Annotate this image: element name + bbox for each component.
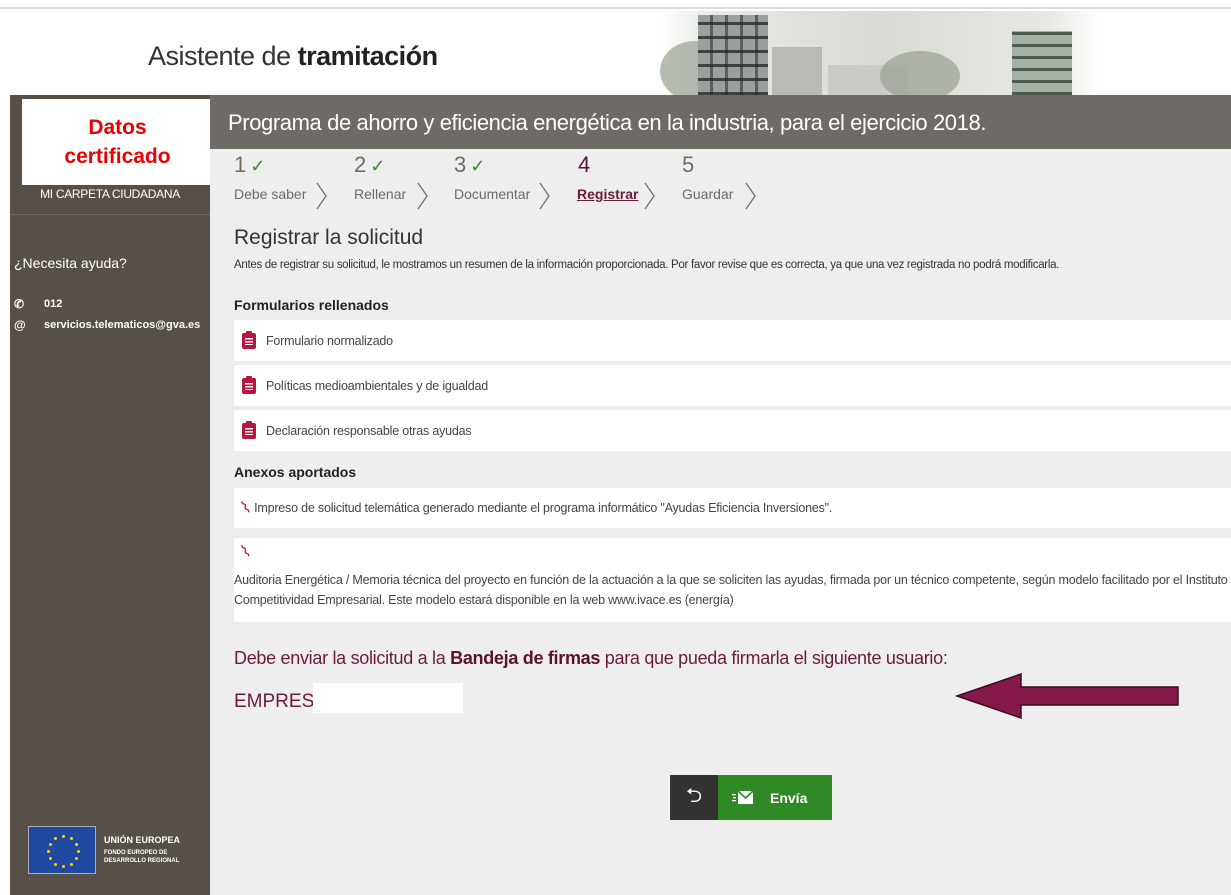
page-title-bar: Programa de ahorro y eficiencia energéti…	[210, 95, 1231, 149]
chevron-right-icon	[417, 182, 428, 210]
step-5-number: 5	[682, 152, 695, 177]
check-icon: ✓	[470, 156, 486, 176]
app-title-bold: tramitación	[297, 41, 439, 71]
annex-item[interactable]: ⌇ Impreso de solicitud telemática genera…	[234, 488, 1231, 528]
undo-arrow-icon: ⮌	[685, 784, 703, 807]
annex-item-label: Impreso de solicitud telemática generado…	[254, 501, 833, 515]
header: Asistente de tramitación	[0, 11, 1231, 95]
phone-icon: ✆	[14, 297, 25, 311]
header-buildings-photo	[660, 11, 1100, 95]
sidebar-divider	[10, 214, 210, 215]
paperclip-icon: ⌇	[237, 497, 255, 518]
mi-carpeta-ciudadana-link[interactable]: MI CARPETA CIUDADANA	[10, 187, 210, 201]
intro-text: Antes de registrar su solicitud, le most…	[234, 259, 1060, 271]
certificate-line-1: Datos	[88, 116, 147, 139]
certificate-line-2: certificado	[64, 145, 171, 168]
at-sign-icon: @	[14, 318, 26, 332]
step-2[interactable]: 2 ✓ Rellenar	[354, 152, 406, 202]
section-title: Registrar la solicitud	[234, 226, 424, 249]
certificate-data-box[interactable]: Datos certificado	[22, 99, 213, 185]
chevron-right-icon	[745, 182, 756, 210]
eu-line-3: DESARROLLO REGIONAL	[104, 858, 180, 864]
eu-line-2: FONDO EUROPEO DE	[104, 850, 168, 856]
annex-item-line-2: Competitividad Empresarial. Este modelo …	[234, 593, 734, 607]
form-item[interactable]: Declaración responsable otras ayudas	[234, 410, 1231, 451]
step-4[interactable]: 4 Registrar	[577, 152, 638, 202]
clipboard-icon	[242, 330, 256, 349]
step-1[interactable]: 1 ✓ Debe saber	[234, 152, 306, 202]
paperclip-icon: ⌇	[237, 541, 255, 562]
step-3-number: 3	[454, 152, 467, 177]
page-title: Programa de ahorro y eficiencia energéti…	[228, 110, 987, 135]
send-button-label: Envía	[770, 789, 808, 806]
help-phone-row: ✆ 012	[14, 297, 62, 311]
signature-tray-label: Bandeja de firmas	[450, 648, 601, 668]
help-email-row: @ servicios.telematicos@gva.es	[14, 318, 200, 332]
step-3-label: Documentar	[454, 186, 531, 202]
envelope-icon	[732, 790, 754, 804]
chevron-right-icon	[316, 182, 327, 210]
check-icon: ✓	[250, 156, 266, 176]
annotation-arrow	[955, 672, 1179, 720]
step-2-number: 2	[354, 152, 367, 177]
redaction-box	[313, 683, 463, 713]
form-item-label: Declaración responsable otras ayudas	[266, 423, 472, 438]
annexes-heading: Anexos aportados	[234, 464, 357, 480]
forms-heading: Formularios rellenados	[234, 297, 389, 313]
step-5[interactable]: 5 Guardar	[682, 152, 733, 202]
clipboard-icon	[242, 375, 256, 394]
eu-flag-icon	[28, 826, 96, 874]
eu-line-1: UNIÓN EUROPEA	[104, 835, 181, 845]
annex-item[interactable]: ⌇ Auditoria Energética / Memoria técnica…	[234, 538, 1231, 622]
send-instruction-suffix: para que pueda firmarla el siguiente usu…	[600, 648, 948, 668]
chevron-right-icon	[644, 182, 655, 210]
top-rule	[0, 0, 1231, 9]
help-phone: 012	[44, 298, 63, 310]
form-item-label: Formulario normalizado	[266, 333, 393, 348]
step-4-number: 4	[578, 152, 591, 177]
clipboard-icon	[242, 420, 256, 439]
send-instruction-prefix: Debe enviar la solicitud a la	[234, 648, 451, 668]
send-button[interactable]: Envía	[718, 775, 832, 820]
back-button[interactable]: ⮌	[670, 775, 718, 820]
step-4-label: Registrar	[577, 186, 639, 202]
step-1-number: 1	[234, 152, 247, 177]
sidebar	[10, 95, 210, 895]
form-item-label: Políticas medioambientales y de igualdad	[266, 378, 488, 393]
app-title: Asistente de tramitación	[148, 41, 438, 72]
send-instruction: Debe enviar la solicitud a la Bandeja de…	[234, 648, 948, 669]
step-3[interactable]: 3 ✓ Documentar	[454, 152, 530, 202]
eu-feder-logo: UNIÓN EUROPEA FONDO EUROPEO DE DESARROLL…	[28, 826, 180, 874]
form-item[interactable]: Políticas medioambientales y de igualdad	[234, 365, 1231, 406]
step-2-label: Rellenar	[354, 186, 407, 202]
help-email[interactable]: servicios.telematicos@gva.es	[44, 319, 200, 331]
check-icon: ✓	[370, 156, 386, 176]
step-1-label: Debe saber	[234, 186, 307, 202]
app-title-prefix: Asistente de	[148, 41, 298, 71]
annex-item-line-1: Auditoria Energética / Memoria técnica d…	[234, 573, 1231, 587]
form-item[interactable]: Formulario normalizado	[234, 320, 1231, 361]
step-5-label: Guardar	[682, 186, 734, 202]
help-title: ¿Necesita ayuda?	[14, 255, 127, 271]
chevron-right-icon	[539, 182, 550, 210]
